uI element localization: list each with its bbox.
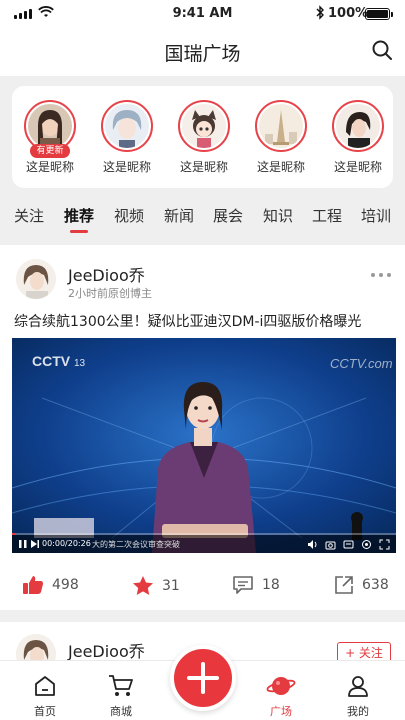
avatar	[28, 104, 72, 148]
comment-icon	[233, 576, 253, 594]
favorite-button[interactable]: 31	[132, 575, 180, 596]
plus-icon	[187, 662, 219, 694]
video-player[interactable]: CCTV 13 CCTV.com 00:00/20:26 大的第二次会议审查突破	[12, 338, 396, 553]
update-badge: 有更新	[30, 144, 70, 158]
more-icon[interactable]	[371, 273, 391, 277]
author-name[interactable]: JeeDioo乔	[68, 262, 145, 286]
tab-news[interactable]: 新闻	[164, 205, 194, 226]
story-name: 这是昵称	[256, 160, 305, 174]
next-icon[interactable]	[30, 539, 40, 549]
story-item[interactable]: 这是昵称	[92, 100, 162, 175]
tab-exhibition[interactable]: 展会	[213, 205, 243, 226]
story-name: 这是昵称	[102, 160, 151, 174]
story-item[interactable]: 这是昵称	[323, 100, 393, 175]
story-item[interactable]: 这是昵称	[246, 100, 316, 175]
thumbs-up-icon	[23, 576, 43, 594]
post-meta: 2小时前原创博主	[68, 287, 152, 300]
avatar	[182, 104, 226, 148]
story-item[interactable]: 这是昵称	[169, 100, 239, 175]
battery-icon	[365, 8, 393, 20]
author-name[interactable]: JeeDioo乔	[68, 638, 145, 662]
avatar	[336, 104, 380, 148]
create-post-button[interactable]	[170, 645, 236, 711]
star-icon	[133, 576, 153, 595]
screenshot-icon[interactable]	[325, 539, 336, 550]
search-icon[interactable]	[371, 39, 393, 61]
video-time: 00:00/20:26	[42, 539, 91, 548]
comment-count: 18	[262, 577, 280, 593]
page-header: 国瑞广场	[0, 28, 405, 76]
nav-square[interactable]: 广场	[253, 671, 309, 719]
svg-text:13: 13	[74, 358, 86, 369]
like-count: 498	[52, 577, 79, 593]
tab-training[interactable]: 培训	[361, 205, 391, 226]
tab-knowledge[interactable]: 知识	[263, 205, 293, 226]
story-name: 这是昵称	[25, 160, 74, 174]
nav-mall-label: 商城	[110, 705, 132, 718]
share-button[interactable]: 638	[334, 575, 389, 595]
user-icon	[348, 676, 368, 697]
story-name: 这是昵称	[179, 160, 228, 174]
nav-mine-label: 我的	[347, 705, 369, 718]
svg-text:CCTV.com: CCTV.com	[330, 356, 393, 371]
avatar	[105, 104, 149, 148]
play-icon[interactable]	[18, 539, 28, 549]
tab-video[interactable]: 视频	[114, 205, 144, 226]
settings-icon[interactable]	[361, 539, 372, 550]
nav-mall[interactable]: 商城	[93, 671, 149, 719]
status-bar: 9:41 AM 100%	[0, 0, 405, 28]
video-controls: 00:00/20:26 大的第二次会议审查突破	[12, 535, 396, 553]
avatar	[259, 104, 303, 148]
svg-text:CCTV: CCTV	[32, 353, 71, 369]
share-icon	[335, 576, 353, 594]
share-count: 638	[362, 577, 389, 593]
post-title[interactable]: 综合续航1300公里！疑似比亚迪汉DM-i四驱版价格曝光	[14, 311, 394, 331]
author-avatar[interactable]	[16, 259, 56, 299]
like-button[interactable]: 498	[22, 575, 79, 595]
tab-follow[interactable]: 关注	[14, 205, 44, 226]
post-card[interactable]: JeeDioo乔 2小时前原创博主 综合续航1300公里！疑似比亚迪汉DM-i四…	[0, 245, 405, 610]
post-actions: 498 31 18 638	[0, 565, 405, 605]
nav-square-label: 广场	[270, 705, 292, 718]
story-name: 这是昵称	[333, 160, 382, 174]
home-icon	[35, 676, 55, 696]
story-row: 有更新 这是昵称 这是昵称 这是昵称 这是昵称 这是昵称	[12, 86, 393, 188]
comment-button[interactable]: 18	[232, 575, 280, 595]
tab-engineering[interactable]: 工程	[312, 205, 342, 226]
nav-mine[interactable]: 我的	[330, 671, 386, 719]
video-frame: CCTV 13 CCTV.com	[12, 338, 396, 553]
fullscreen-icon[interactable]	[379, 539, 390, 550]
nav-home-label: 首页	[34, 705, 56, 718]
news-ticker: 大的第二次会议审查突破	[92, 540, 180, 549]
nav-home[interactable]: 首页	[17, 671, 73, 719]
battery-percent: 100%	[328, 6, 369, 21]
story-item[interactable]: 有更新 这是昵称	[15, 100, 85, 175]
danmaku-icon[interactable]	[343, 539, 354, 550]
favorite-count: 31	[162, 577, 180, 594]
bluetooth-icon	[316, 5, 324, 20]
planet-icon	[266, 677, 296, 695]
page-title: 国瑞广场	[164, 43, 241, 65]
cart-icon	[109, 675, 133, 696]
volume-icon[interactable]	[307, 539, 318, 550]
tab-recommended[interactable]: 推荐	[64, 205, 94, 233]
category-tabs: 关注 推荐 视频 新闻 展会 知识 工程 培训	[0, 196, 405, 238]
